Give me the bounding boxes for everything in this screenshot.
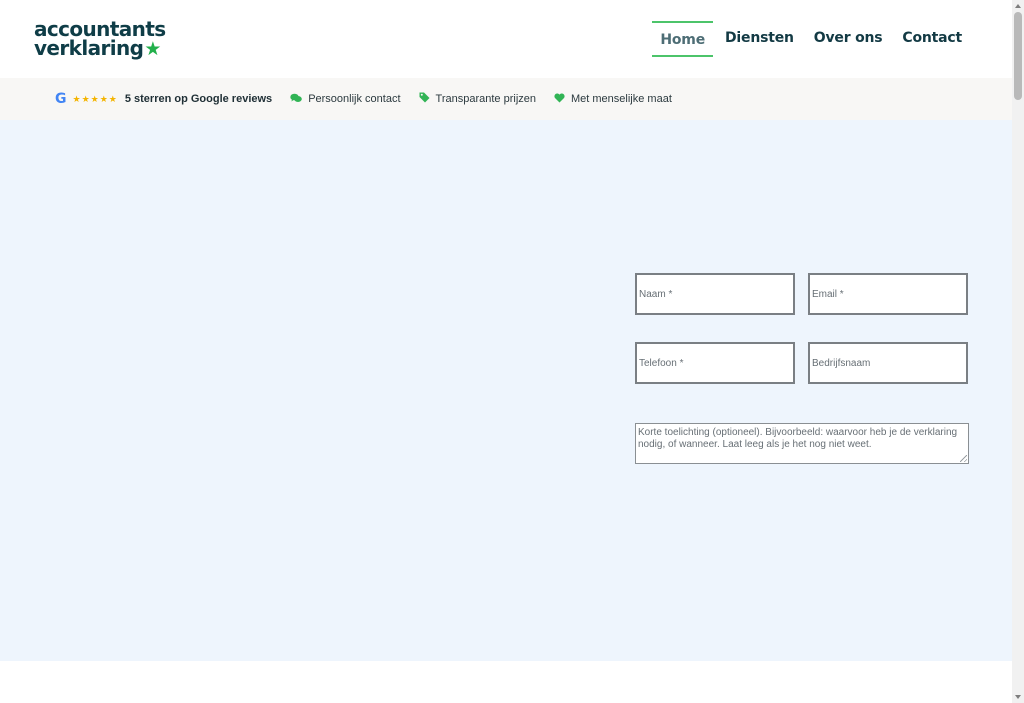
page: accountants verklaring★ Home Diensten Ov…: [0, 0, 1012, 703]
nav-item-contact[interactable]: Contact: [892, 21, 972, 57]
tag-icon: [419, 92, 430, 106]
scroll-down-icon[interactable]: [1015, 695, 1021, 699]
rating-stars: ★★★★★: [72, 93, 118, 104]
personal-contact-text: Persoonlijk contact: [308, 93, 401, 105]
logo-line-2-text: verklaring: [34, 36, 144, 60]
site-header: accountants verklaring★ Home Diensten Ov…: [0, 0, 1012, 78]
notes-textarea[interactable]: Korte toelichting (optioneel). Bijvoorbe…: [635, 423, 969, 464]
email-placeholder: Email *: [812, 288, 844, 300]
logo-star-icon: ★: [144, 38, 161, 60]
trust-human-measure: Met menselijke maat: [554, 92, 672, 106]
trust-personal-contact: Persoonlijk contact: [290, 93, 401, 106]
name-field[interactable]: Naam *: [635, 273, 795, 315]
email-field[interactable]: Email *: [808, 273, 968, 315]
google-icon: G: [55, 91, 67, 107]
heart-icon: [554, 92, 565, 106]
reviews-text: 5 sterren op Google reviews: [124, 93, 273, 105]
resize-grip-icon[interactable]: [960, 455, 967, 462]
nav-item-diensten[interactable]: Diensten: [715, 21, 804, 57]
scrollbar-thumb[interactable]: [1014, 12, 1022, 100]
phone-field[interactable]: Telefoon *: [635, 342, 795, 384]
nav-item-over-ons[interactable]: Over ons: [804, 21, 893, 57]
human-measure-text: Met menselijke maat: [571, 93, 672, 105]
company-placeholder: Bedrijfsnaam: [812, 357, 871, 369]
main-nav: Home Diensten Over ons Contact: [652, 21, 972, 57]
name-placeholder: Naam *: [639, 288, 673, 300]
phone-placeholder: Telefoon *: [639, 357, 684, 369]
vertical-scrollbar[interactable]: [1012, 0, 1024, 703]
trust-transparent-prices: Transparante prijzen: [419, 92, 536, 106]
site-logo[interactable]: accountants verklaring★: [34, 19, 166, 60]
trust-google-reviews: G ★★★★★ 5 sterren op Google reviews: [55, 91, 272, 107]
chat-icon: [290, 93, 302, 106]
scroll-up-icon[interactable]: [1015, 4, 1021, 8]
logo-line-2: verklaring★: [34, 36, 166, 60]
notes-placeholder: Korte toelichting (optioneel). Bijvoorbe…: [638, 427, 958, 450]
transparent-prices-text: Transparante prijzen: [435, 93, 536, 105]
company-field[interactable]: Bedrijfsnaam: [808, 342, 968, 384]
nav-item-home[interactable]: Home: [652, 21, 713, 57]
trust-bar: G ★★★★★ 5 sterren op Google reviews Pers…: [0, 78, 1012, 120]
hero-section: Naam * Email * Telefoon * Bedrijfsnaam K…: [0, 120, 1012, 661]
